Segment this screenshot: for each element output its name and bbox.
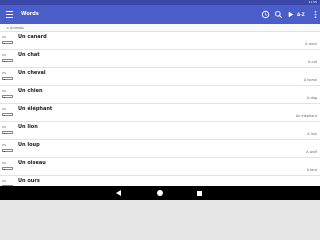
breadcrumb-back-link[interactable]: < Animals <box>0 24 320 32</box>
app-bar: Words A-Z <box>0 5 320 24</box>
progress-meter <box>2 131 13 134</box>
word-row[interactable]: 0% Un lion A lion <box>0 122 320 140</box>
search-icon[interactable] <box>274 10 283 19</box>
progress-meter <box>2 149 13 152</box>
translation-text: An elephant <box>295 114 317 118</box>
word-text: Un lion <box>18 124 38 130</box>
progress-meter <box>2 59 13 62</box>
progress-percent: 0% <box>2 108 7 111</box>
progress-meter <box>2 95 13 98</box>
word-text: Un cheval <box>18 70 46 76</box>
progress-percent: 0% <box>2 180 7 183</box>
word-row[interactable]: 0% Un cheval A horse <box>0 68 320 86</box>
progress-knob <box>3 114 5 116</box>
word-row[interactable]: 0% Un éléphant An elephant <box>0 104 320 122</box>
play-icon[interactable] <box>286 10 295 19</box>
progress-knob <box>3 132 5 134</box>
progress-meter <box>2 77 13 80</box>
navigation-bar <box>0 186 320 200</box>
translation-text: A lion <box>307 132 317 136</box>
recents-icon[interactable] <box>197 190 202 196</box>
page-title: Words <box>21 11 39 17</box>
progress-percent: 0% <box>2 126 7 129</box>
progress-knob <box>3 168 5 170</box>
translation-text: A dog <box>306 96 317 100</box>
progress-knob <box>3 60 5 62</box>
word-list: 0% Un canard A duck 0% Un chat A cat 0% Un chev… <box>0 32 320 186</box>
progress-meter <box>2 41 13 44</box>
word-list-container: < Animals 0% Un canard A duck 0% Un chat A ca… <box>0 24 320 186</box>
translation-text: A horse <box>303 78 317 82</box>
word-text: Un chien <box>18 88 43 94</box>
progress-knob <box>3 78 5 80</box>
progress-meter <box>2 167 13 170</box>
word-text: Un oiseau <box>18 160 46 166</box>
sort-az-button[interactable]: A-Z <box>297 10 305 19</box>
word-row[interactable]: 0%Un oursA bear <box>0 176 320 186</box>
word-row[interactable]: 0% Un loup A wolf <box>0 140 320 158</box>
progress-percent: 0% <box>2 144 7 147</box>
progress-knob <box>3 96 5 98</box>
progress-percent: 0% <box>2 72 7 75</box>
progress-knob <box>3 150 5 152</box>
translation-text: A cat <box>308 60 317 64</box>
word-row[interactable]: 0% Un chat A cat <box>0 50 320 68</box>
menu-icon[interactable] <box>5 10 14 19</box>
translation-text: A duck <box>305 42 317 46</box>
translation-text: A wolf <box>306 150 317 154</box>
progress-percent: 0% <box>2 54 7 57</box>
word-text: Un loup <box>18 142 40 148</box>
progress-knob <box>3 42 5 44</box>
word-row[interactable]: 0% Un oiseau A bird <box>0 158 320 176</box>
translation-text: A bird <box>306 168 317 172</box>
word-text: Un éléphant <box>18 106 53 112</box>
word-text: Un chat <box>18 52 40 58</box>
home-icon[interactable] <box>157 190 163 196</box>
word-text: Un ours <box>18 178 40 184</box>
progress-percent: 0% <box>2 162 7 165</box>
word-text: Un canard <box>18 34 47 40</box>
progress-percent: 0% <box>2 36 7 39</box>
progress-meter <box>2 113 13 116</box>
back-icon[interactable] <box>116 190 121 196</box>
more-vert-icon[interactable] <box>311 10 320 19</box>
word-row[interactable]: 0% Un canard A duck <box>0 32 320 50</box>
system-status-icons <box>300 1 308 16</box>
progress-percent: 0% <box>2 90 7 93</box>
word-row[interactable]: 0% Un chien A dog <box>0 86 320 104</box>
clock-icon[interactable] <box>261 10 270 19</box>
